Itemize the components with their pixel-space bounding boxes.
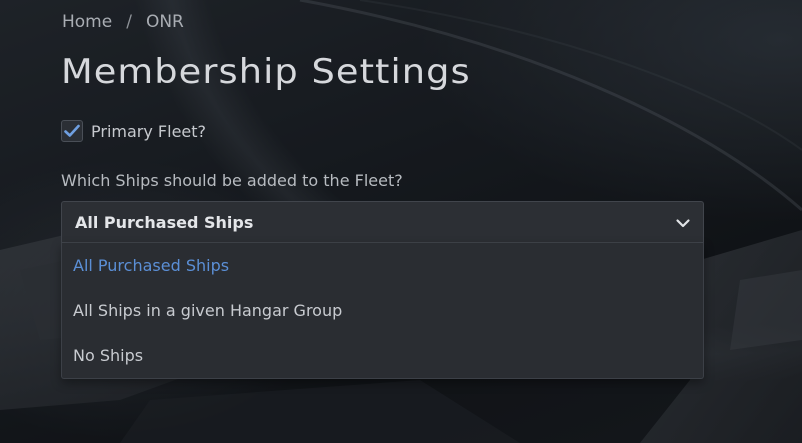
breadcrumb-current: ONR — [145, 12, 184, 32]
page-title: Membership Settings — [61, 52, 471, 92]
ships-select-value: All Purchased Ships — [75, 212, 254, 232]
option-hangar-group-ships[interactable]: All Ships in a given Hangar Group — [62, 288, 703, 333]
ships-dropdown-list: All Purchased Ships All Ships in a given… — [61, 243, 704, 379]
option-all-purchased-ships[interactable]: All Purchased Ships — [62, 243, 703, 288]
chevron-down-icon[interactable] — [675, 215, 691, 231]
option-no-ships[interactable]: No Ships — [62, 333, 703, 378]
breadcrumb-separator: / — [126, 12, 132, 32]
breadcrumb-home-link[interactable]: Home — [62, 12, 112, 32]
ships-question-label: Which Ships should be added to the Fleet… — [61, 171, 403, 190]
breadcrumb: Home / ONR — [62, 12, 184, 32]
checkmark-icon — [64, 124, 80, 137]
page-content: Home / ONR Membership Settings Primary F… — [0, 0, 802, 443]
primary-fleet-checkbox-row[interactable]: Primary Fleet? — [61, 120, 206, 142]
primary-fleet-checkbox[interactable] — [61, 120, 83, 142]
primary-fleet-label: Primary Fleet? — [91, 121, 207, 141]
ships-select[interactable]: All Purchased Ships — [61, 201, 704, 243]
